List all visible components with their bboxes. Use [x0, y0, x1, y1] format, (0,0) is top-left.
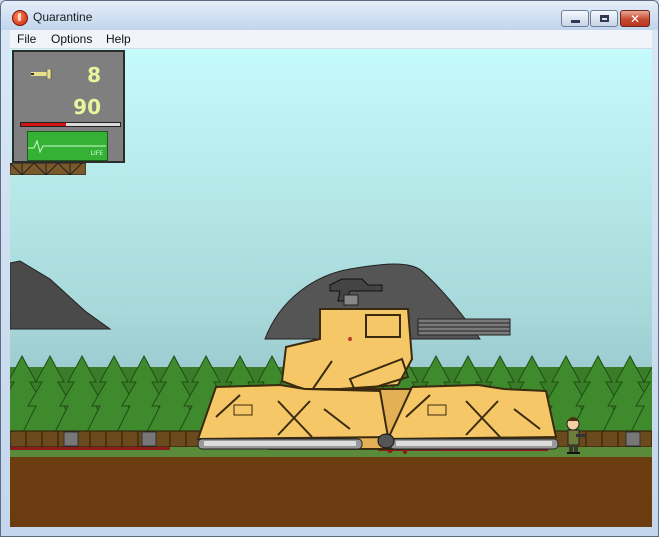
window-title: Quarantine — [33, 10, 93, 24]
health-bar — [20, 122, 121, 127]
game-canvas[interactable]: 8 90 LIFE — [10, 49, 652, 527]
hud-crate-ledge — [10, 163, 86, 175]
game-window: Quarantine ✕ File Options Help 8 90 LIFE — [0, 0, 659, 537]
health-bar-fill — [21, 123, 66, 126]
menu-file[interactable]: File — [15, 32, 38, 46]
minimize-button[interactable] — [561, 10, 589, 27]
menu-bar: File Options Help — [10, 30, 652, 49]
maximize-icon — [599, 15, 609, 22]
hud-panel: 8 90 LIFE — [12, 50, 125, 163]
maximize-button[interactable] — [590, 10, 618, 27]
health-count: 90 — [73, 95, 101, 119]
menu-options[interactable]: Options — [49, 32, 94, 46]
title-bar[interactable]: Quarantine ✕ — [1, 1, 658, 30]
close-button[interactable]: ✕ — [620, 10, 650, 27]
menu-help[interactable]: Help — [104, 32, 133, 46]
dirt-ground — [10, 457, 652, 527]
bullet-icon — [31, 69, 52, 79]
life-monitor: LIFE — [27, 131, 108, 161]
life-label: LIFE — [90, 150, 103, 157]
quarantine-app-icon[interactable] — [12, 10, 28, 26]
ammo-count: 8 — [87, 63, 101, 87]
minimize-icon — [570, 20, 580, 23]
close-icon: ✕ — [629, 11, 641, 26]
